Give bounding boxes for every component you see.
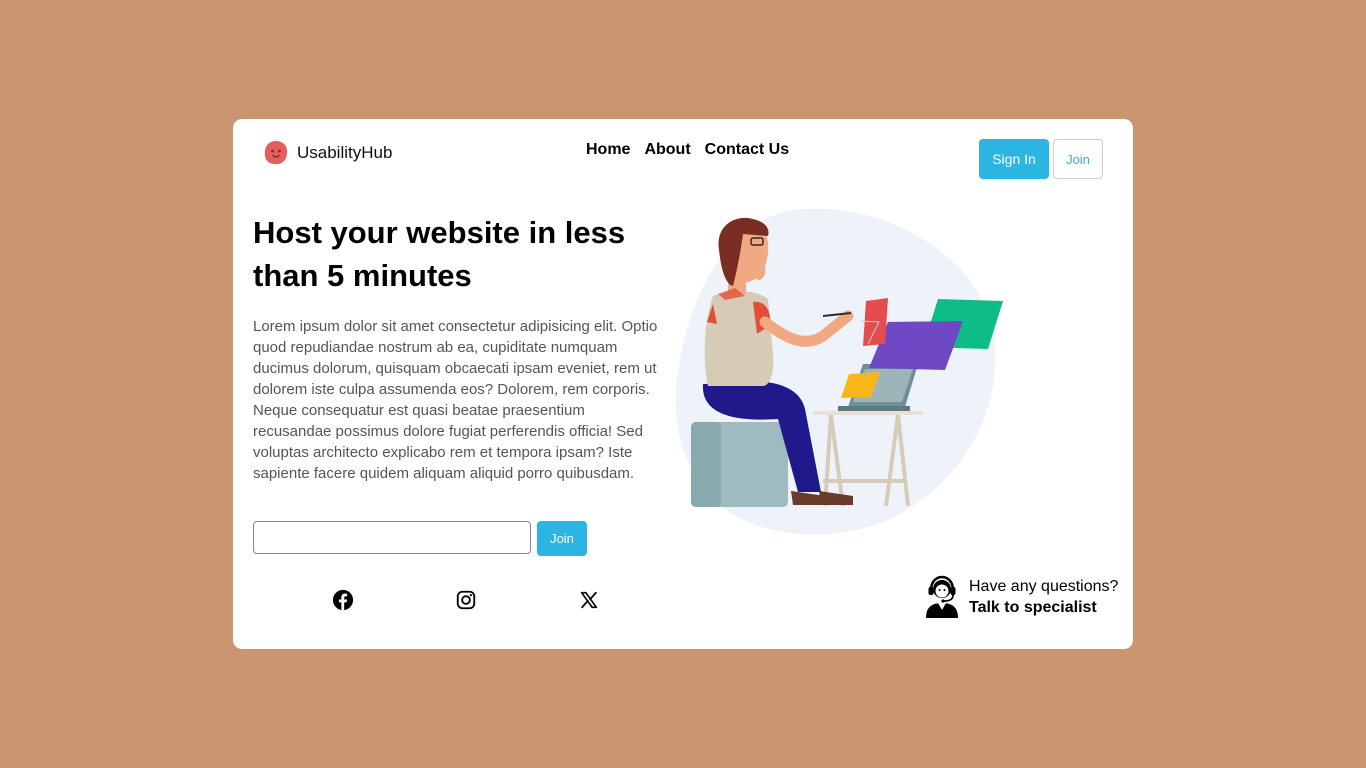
x-icon[interactable]: [578, 589, 600, 611]
nav-contact-us[interactable]: Contact Us: [705, 141, 789, 159]
main-nav: Home About Contact Us: [586, 141, 789, 159]
support-question: Have any questions?: [969, 578, 1119, 595]
facebook-icon[interactable]: [332, 589, 354, 611]
headset-agent-icon: [926, 575, 958, 618]
instagram-icon[interactable]: [455, 589, 477, 611]
support-cta[interactable]: Talk to specialist: [969, 599, 1097, 617]
talk-to-specialist[interactable]: Have any questions? Talk to specialist: [923, 574, 1123, 619]
brand-name: UsabilityHub: [297, 143, 393, 162]
join-button[interactable]: Join: [1053, 139, 1103, 179]
nav-about[interactable]: About: [644, 141, 690, 159]
hero-title: Host your website in less than 5 minutes: [253, 215, 626, 293]
smiley-blob-icon: [264, 141, 288, 165]
landing-card: UsabilityHub Home About Contact Us Sign …: [233, 119, 1133, 649]
hero-description: Lorem ipsum dolor sit amet consectetur a…: [253, 318, 658, 482]
brand-logo[interactable]: UsabilityHub: [263, 140, 392, 166]
nav-home[interactable]: Home: [586, 141, 630, 159]
hero-illustration: [675, 208, 1003, 535]
sign-in-button[interactable]: Sign In: [979, 139, 1049, 179]
hero-join-button[interactable]: Join: [537, 521, 587, 556]
email-input[interactable]: [253, 521, 531, 554]
